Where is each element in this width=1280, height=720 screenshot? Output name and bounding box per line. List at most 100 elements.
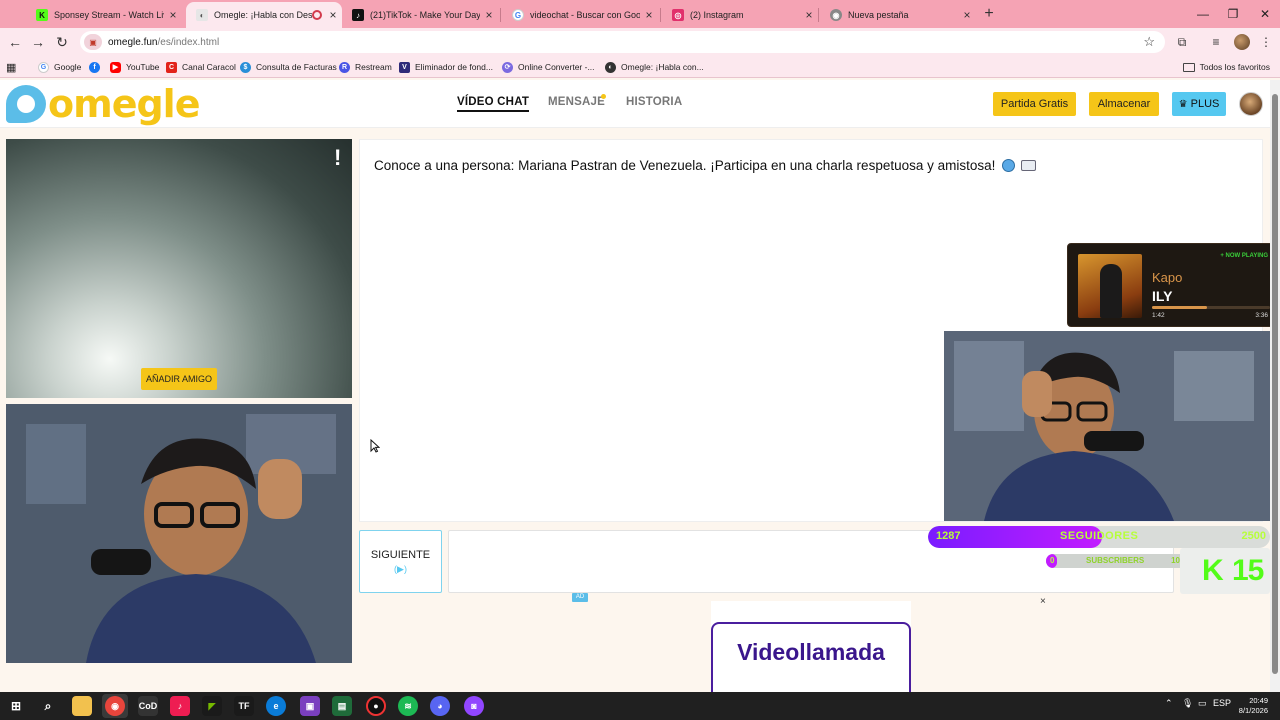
url-host: omegle.fun	[108, 36, 158, 48]
tab-google-search[interactable]: G videochat - Buscar con Google ×	[502, 2, 658, 28]
camera-indicator-icon[interactable]: ▣	[84, 34, 102, 50]
bookmark-remove-bg[interactable]: V Eliminador de fond...	[399, 59, 493, 75]
media-controls-icon[interactable]: ≡	[1208, 34, 1224, 50]
tab-new-tab[interactable]: ◉ Nueva pestaña ×	[820, 2, 976, 28]
omegle-icon: ◐	[605, 61, 616, 73]
bookmark-consulta-facturas[interactable]: $ Consulta de Facturas	[240, 59, 337, 75]
kick-logo-icon: K	[1202, 554, 1224, 587]
google-icon: G	[512, 9, 524, 21]
close-tab-icon[interactable]: ×	[640, 8, 658, 22]
bookmark-google[interactable]: G Google	[38, 59, 81, 75]
apps-icon[interactable]: ▦	[6, 59, 16, 75]
close-tab-icon[interactable]: ×	[324, 8, 342, 22]
next-shortcut-icon: (▶)	[394, 563, 407, 574]
bookmark-facebook[interactable]: f	[89, 59, 105, 75]
now-playing-tag: + NOW PLAYING	[1220, 253, 1268, 259]
song-progress-bar	[1152, 306, 1270, 309]
discord-icon[interactable]: ◕	[430, 696, 450, 716]
chrome-icon: ◉	[830, 9, 842, 21]
tab-instagram[interactable]: ◎ (2) Instagram ×	[662, 2, 818, 28]
ad-title: Videollamada	[737, 639, 885, 665]
tab-sponsey[interactable]: K Sponsey Stream - Watch Live o ×	[26, 2, 182, 28]
bookmark-omegle[interactable]: ◐ Omegle: ¡Habla con...	[605, 59, 704, 75]
chat-bubble-icon	[6, 85, 46, 123]
followers-goal-bar: 1287 SEGUIDORES 2500	[928, 526, 1270, 548]
ad-card[interactable]: Videollamada	[711, 622, 911, 692]
nvidia-icon[interactable]: ◤	[202, 696, 222, 716]
crown-icon: ♛	[1178, 98, 1188, 110]
invoice-icon: $	[240, 61, 251, 73]
subs-goal: 10	[1171, 556, 1180, 565]
microphone-icon[interactable]: 🎙	[1182, 698, 1193, 709]
terminal-icon[interactable]: ▤	[332, 696, 352, 716]
language-indicator[interactable]: ESP	[1213, 698, 1231, 708]
extensions-icon[interactable]: ⧉	[1174, 34, 1190, 50]
profile-avatar[interactable]	[1234, 34, 1250, 50]
ad-banner[interactable]: Videollamada	[711, 601, 911, 692]
spotify-icon[interactable]: ≋	[398, 696, 418, 716]
folder-icon	[1182, 62, 1195, 72]
tf-icon[interactable]: TF	[234, 696, 254, 716]
chrome-icon[interactable]: ◉	[105, 696, 125, 716]
omegle-logo[interactable]: omegle	[6, 82, 200, 126]
add-friend-button[interactable]: AÑADIR AMIGO	[141, 368, 217, 390]
tiktok-icon[interactable]: ♪	[170, 696, 190, 716]
subs-goal-bar: 0 SUBSCRIBERS 10	[1046, 554, 1186, 568]
report-icon[interactable]: !	[334, 145, 341, 171]
subs-label: SUBSCRIBERS	[1086, 556, 1145, 565]
edge-icon[interactable]: e	[266, 696, 286, 716]
close-tab-icon[interactable]: ×	[480, 8, 498, 22]
free-match-button[interactable]: Partida Gratis	[993, 92, 1076, 116]
bookmark-online-converter[interactable]: ⟳ Online Converter -...	[502, 59, 595, 75]
twitch-icon[interactable]: ◙	[464, 696, 484, 716]
back-button[interactable]: ←	[5, 32, 25, 52]
tab-omegle[interactable]: ◐ Omegle: ¡Habla con Descon ×	[186, 2, 342, 28]
self-video	[6, 404, 352, 663]
nav-mensaje[interactable]: MENSAJE	[548, 96, 605, 108]
page-scrollbar[interactable]	[1270, 80, 1280, 692]
reload-button[interactable]: ↻	[52, 32, 72, 52]
all-bookmarks[interactable]: Todos los favoritos	[1182, 59, 1270, 75]
next-button[interactable]: SIGUIENTE (▶)	[359, 530, 442, 593]
followers-current: 1287	[936, 530, 961, 542]
search-icon[interactable]: ⌕	[38, 696, 58, 716]
network-icon[interactable]: ▭	[1198, 698, 1207, 709]
close-tab-icon[interactable]: ×	[164, 8, 182, 22]
nav-historia[interactable]: HISTORIA	[626, 96, 682, 108]
close-tab-icon[interactable]: ×	[800, 8, 818, 22]
file-explorer-icon[interactable]	[72, 696, 92, 716]
obs-icon[interactable]: ●	[366, 696, 386, 716]
user-avatar[interactable]	[1239, 92, 1263, 116]
welcome-message: Conoce a una persona: Mariana Pastran de…	[374, 158, 1036, 173]
clock[interactable]: 20:49 8/1/2026	[1238, 696, 1268, 716]
app-icon[interactable]: ▣	[300, 696, 320, 716]
restore-button[interactable]: ❐	[1218, 4, 1248, 24]
tab-tiktok[interactable]: ♪ (21)TikTok - Make Your Day ×	[342, 2, 498, 28]
minimize-button[interactable]: —	[1188, 4, 1218, 24]
menu-icon[interactable]: ⋮	[1258, 34, 1274, 50]
ad-close-icon[interactable]: ×	[1040, 596, 1046, 607]
forward-button[interactable]: →	[28, 32, 48, 52]
converter-icon: ⟳	[502, 61, 513, 73]
store-button[interactable]: Almacenar	[1089, 92, 1159, 116]
kick-viewer-card: K 15	[1180, 548, 1270, 594]
windows-start-icon[interactable]: ⊞	[6, 696, 26, 716]
ad-badge: AD	[572, 593, 588, 602]
nav-video-chat[interactable]: VÍDEO CHAT	[457, 96, 530, 112]
address-bar[interactable]: ▣ omegle.fun/es/index.html ☆	[80, 31, 1165, 53]
song-title: ILY	[1152, 288, 1173, 304]
tray-chevron-icon[interactable]: ⌃	[1165, 698, 1173, 709]
bookmark-canal-caracol[interactable]: C Canal Caracol	[166, 59, 236, 75]
plus-button[interactable]: ♛ PLUS	[1172, 92, 1226, 116]
bookmark-star-icon[interactable]: ☆	[1143, 34, 1155, 50]
new-tab-button[interactable]: +	[980, 5, 998, 23]
caracol-icon: C	[166, 61, 177, 73]
close-tab-icon[interactable]: ×	[958, 8, 976, 22]
kick-count: 15	[1232, 554, 1264, 587]
scrollbar-thumb[interactable]	[1272, 94, 1278, 674]
close-window-button[interactable]: ✕	[1250, 4, 1280, 24]
bookmark-youtube[interactable]: ▶ YouTube	[110, 59, 159, 75]
windows-taskbar: ⊞ ⌕ ◉ CoD ♪ ◤ TF e ▣ ▤ ● ≋ ◕ ◙ ⌃ 🎙 ▭ ESP…	[0, 692, 1280, 720]
call-of-duty-icon[interactable]: CoD	[138, 696, 158, 716]
bookmark-restream[interactable]: R Restream	[339, 59, 392, 75]
